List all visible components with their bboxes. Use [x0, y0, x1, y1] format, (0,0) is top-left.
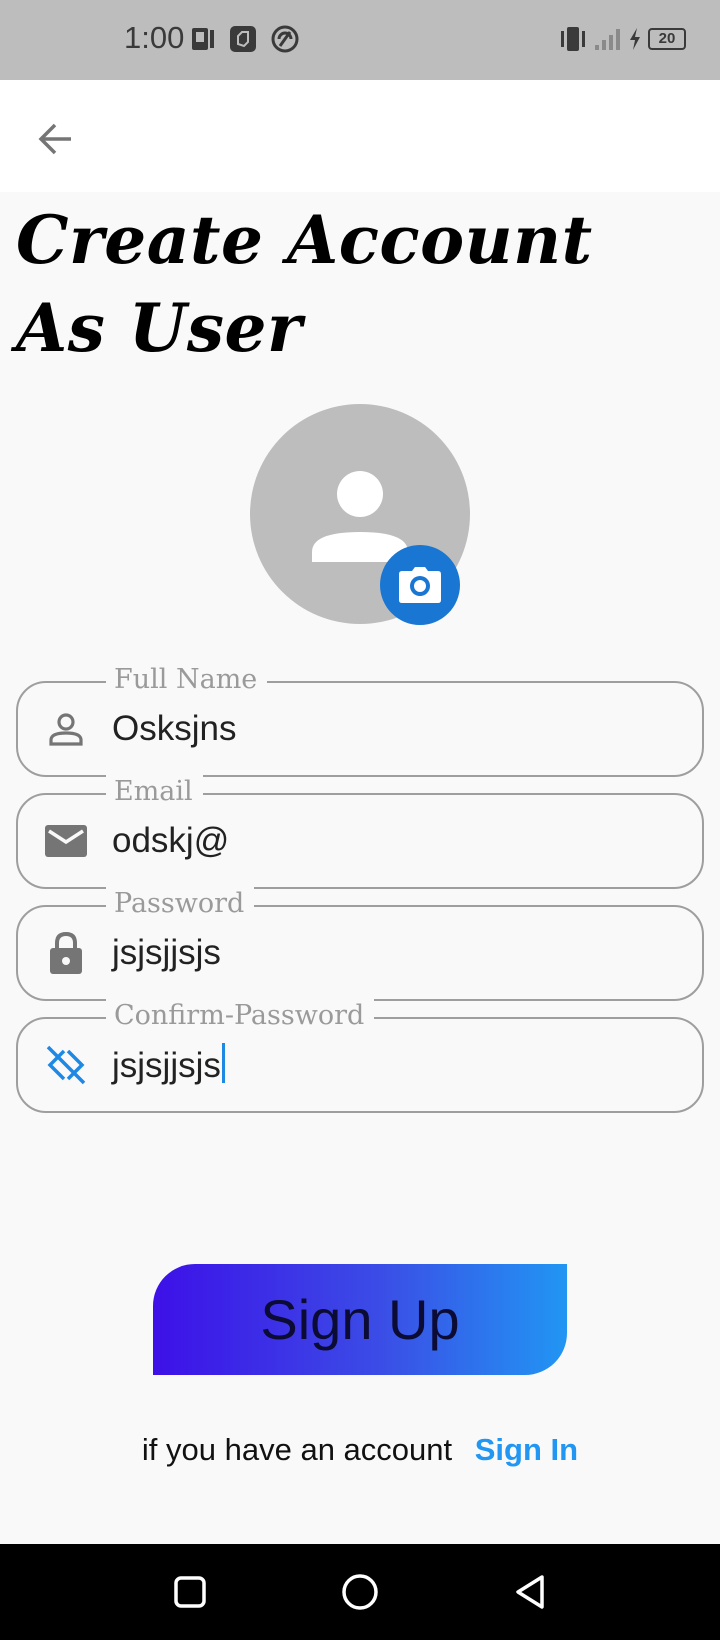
back-nav-icon	[516, 1575, 544, 1609]
home-button[interactable]	[336, 1568, 384, 1616]
full-name-field[interactable]: Full Name Osksjns	[16, 663, 704, 777]
confirm-password-input[interactable]: jsjsjjsjs	[112, 1043, 225, 1088]
lock-icon	[42, 929, 90, 977]
confirm-password-field[interactable]: Confirm-Password jsjsjjsjs	[16, 999, 704, 1113]
full-name-label: Full Name	[106, 663, 268, 697]
email-label: Email	[106, 775, 203, 809]
vibrate-icon	[561, 27, 585, 51]
email-field[interactable]: Email odskj@	[16, 775, 704, 889]
sign-up-button[interactable]: Sign Up	[153, 1264, 567, 1375]
arrow-back-icon	[38, 123, 71, 155]
email-icon	[42, 817, 90, 865]
back-nav-button[interactable]	[506, 1568, 554, 1616]
recent-apps-icon	[174, 1576, 206, 1608]
status-icons-right: 20	[558, 26, 686, 52]
email-input[interactable]: odskj@	[112, 819, 229, 863]
password-field[interactable]: Password jsjsjjsjs	[16, 887, 704, 1001]
battery-level: 20	[658, 30, 676, 47]
sign-in-prompt: if you have an account Sign In	[0, 1432, 720, 1468]
password-off-icon	[42, 1041, 90, 1089]
navigation-bar	[0, 1544, 720, 1640]
recent-apps-button[interactable]	[166, 1568, 214, 1616]
battery-icon: 20	[648, 28, 686, 50]
status-bar: 1:00 20	[0, 0, 720, 80]
app-icon	[230, 26, 256, 52]
status-time: 1:00	[124, 20, 185, 55]
signal-icon	[595, 29, 620, 50]
confirm-password-value: jsjsjjsjs	[112, 1046, 221, 1085]
camera-button[interactable]	[380, 545, 460, 625]
person-icon	[312, 471, 408, 562]
charging-icon	[630, 28, 640, 50]
password-input[interactable]: jsjsjjsjs	[112, 931, 221, 975]
app-bar	[0, 80, 720, 192]
sign-in-link[interactable]: Sign In	[475, 1432, 578, 1467]
sync-icon	[271, 25, 299, 53]
camera-icon	[399, 567, 441, 603]
password-label: Password	[106, 887, 255, 921]
full-name-input[interactable]: Osksjns	[112, 707, 236, 751]
text-caret	[221, 1043, 225, 1083]
notification-icon	[192, 28, 214, 50]
status-icons-left	[190, 24, 300, 54]
person-outline-icon	[42, 705, 90, 753]
confirm-password-label: Confirm-Password	[106, 999, 375, 1033]
page-title: Create Account As User	[16, 201, 593, 367]
back-button[interactable]	[30, 114, 80, 164]
sign-in-prompt-text: if you have an account	[141, 1432, 453, 1467]
home-icon	[342, 1574, 378, 1610]
